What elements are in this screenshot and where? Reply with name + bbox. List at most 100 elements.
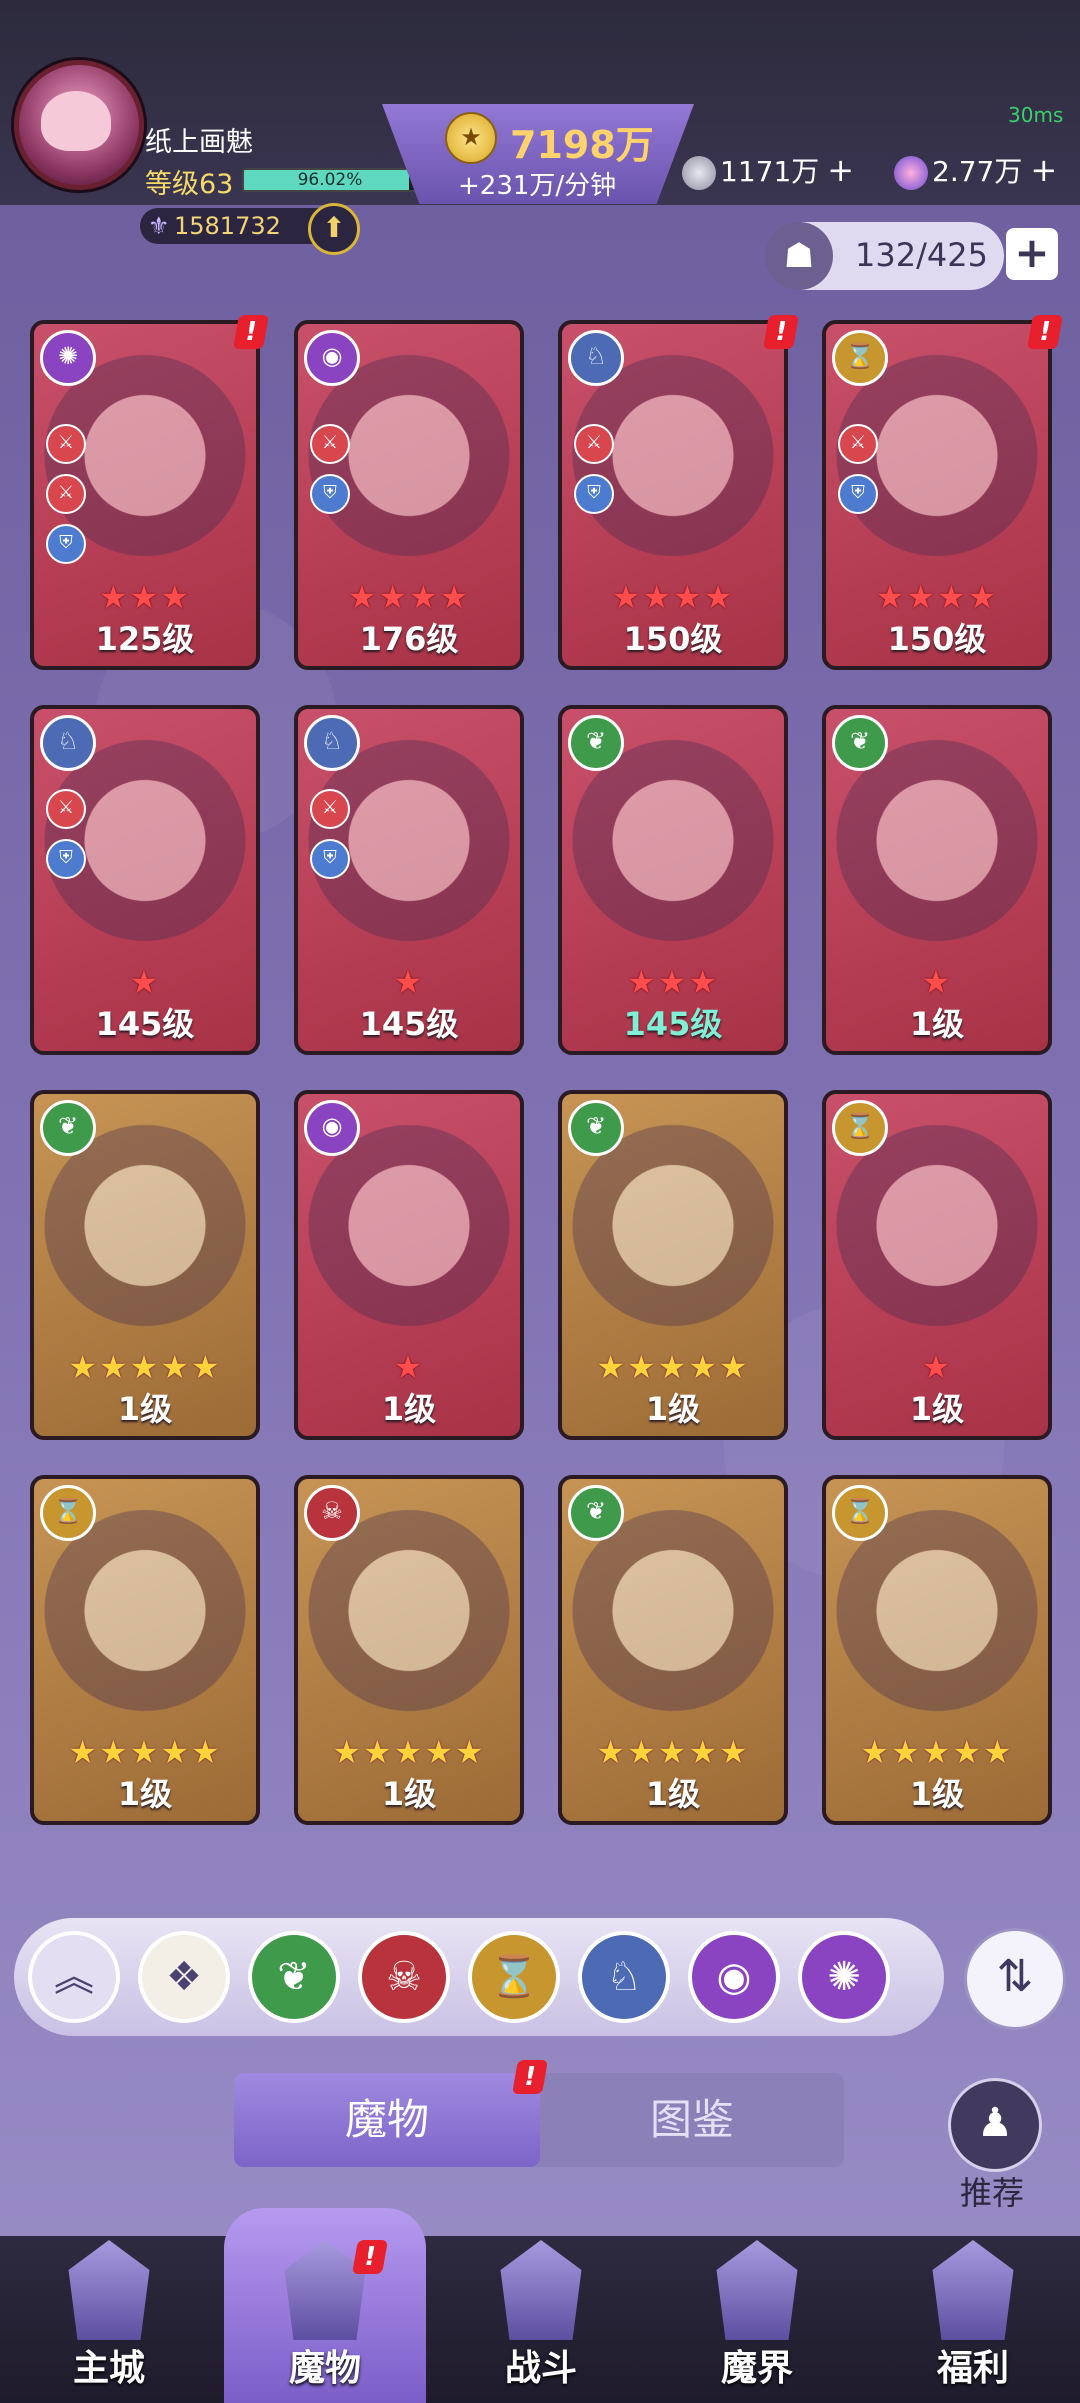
wolf-icon: ♘ xyxy=(304,715,360,771)
spiral-icon: ✺ xyxy=(40,330,96,386)
nav-item[interactable]: 主城 xyxy=(24,2236,194,2403)
monster-card[interactable]: ❦ ★★★ 145级 xyxy=(558,705,788,1055)
star-rating: ★★★★★ xyxy=(68,1733,222,1771)
add-gem-icon[interactable]: + xyxy=(1030,151,1057,189)
monster-level: 1级 xyxy=(381,1390,437,1428)
nav-item[interactable]: 战斗 xyxy=(456,2236,626,2403)
shield-icon: ⛨ xyxy=(46,839,86,879)
monster-card[interactable]: ❦ ★ 1级 xyxy=(822,705,1052,1055)
monster-level: 176级 xyxy=(359,620,459,658)
monster-card[interactable]: ◉ ★ 1级 xyxy=(294,1090,524,1440)
monster-card[interactable]: ⌛ ★★★★★ 1级 xyxy=(30,1475,260,1825)
star-rating: ★★★★★ xyxy=(68,1348,222,1386)
eye-icon: ◉ xyxy=(304,1100,360,1156)
recommend-label[interactable]: 推荐 xyxy=(950,2168,1034,2214)
sort-button[interactable]: ⇅ xyxy=(964,1928,1066,2030)
leaf-icon: ❦ xyxy=(568,715,624,771)
resource-gem-value: 2.77万 xyxy=(932,155,1023,188)
roster-count: 132/425 xyxy=(855,236,988,274)
shield-icon: ⛨ xyxy=(574,474,614,514)
nav-item[interactable]: 魔物 xyxy=(240,2236,410,2403)
card-alert-badge: ! xyxy=(1027,315,1063,349)
sword-icon: ⚔ xyxy=(310,424,350,464)
sword-icon: ⚔ xyxy=(46,424,86,464)
recommend-icon[interactable]: ♟ xyxy=(948,2078,1042,2172)
eye-icon: ◉ xyxy=(304,330,360,386)
filter-leaf-icon[interactable]: ❦ xyxy=(248,1931,340,2023)
leaf-icon: ❦ xyxy=(568,1485,624,1541)
shield-icon: ⛨ xyxy=(838,474,878,514)
filter-all-factions-icon[interactable]: ❖ xyxy=(138,1931,230,2023)
nav-icon xyxy=(68,2240,150,2340)
monster-level: 125级 xyxy=(95,620,195,658)
demon-icon: ☠ xyxy=(304,1485,360,1541)
filter-demon-icon[interactable]: ☠ xyxy=(358,1931,450,2023)
monster-card[interactable]: ◉ ★★★★ 176级 ⚔ ⛨ xyxy=(294,320,524,670)
monster-level: 1级 xyxy=(909,1005,965,1043)
star-rating: ★ xyxy=(393,1348,425,1386)
monster-card[interactable]: ⌛ ★★★★ 150级 ⚔ ⛨ xyxy=(822,320,1052,670)
star-rating: ★★★★ xyxy=(347,578,471,616)
monster-card[interactable]: ☠ ★★★★★ 1级 xyxy=(294,1475,524,1825)
sword-icon: ⚔ xyxy=(46,474,86,514)
monster-level: 145级 xyxy=(623,1005,723,1043)
filter-wolf-icon[interactable]: ♘ xyxy=(578,1931,670,2023)
shield-icon: ⛨ xyxy=(46,524,86,564)
nav-item[interactable]: 福利 xyxy=(888,2236,1058,2403)
monster-card[interactable]: ⌛ ★★★★★ 1级 xyxy=(822,1475,1052,1825)
star-rating: ★★★★★ xyxy=(332,1733,486,1771)
player-avatar[interactable] xyxy=(14,60,144,190)
player-level: 等级63 xyxy=(145,169,234,200)
monster-card[interactable]: ⌛ ★ 1级 xyxy=(822,1090,1052,1440)
monster-level: 1级 xyxy=(117,1775,173,1813)
resource-gem[interactable]: 2.77万 + xyxy=(894,150,1057,190)
monster-card[interactable]: ♘ ★ 145级 ⚔ ⛨ xyxy=(294,705,524,1055)
filter-eye-icon[interactable]: ◉ xyxy=(688,1931,780,2023)
star-rating: ★ xyxy=(393,963,425,1001)
monster-card[interactable]: ❦ ★★★★★ 1级 xyxy=(30,1090,260,1440)
level-up-button[interactable]: ⬆ xyxy=(308,203,360,255)
power-value: 1581732 xyxy=(174,212,281,240)
silver-coin-icon xyxy=(682,156,716,190)
gold-amount: 7198万 xyxy=(510,123,654,167)
card-alert-badge: ! xyxy=(233,315,269,349)
monster-level: 145级 xyxy=(95,1005,195,1043)
sword-icon: ⚔ xyxy=(310,789,350,829)
hourglass-icon: ⌛ xyxy=(832,1100,888,1156)
nav-item[interactable]: 魔界 xyxy=(672,2236,842,2403)
expand-roster-button[interactable]: + xyxy=(1006,228,1058,280)
leaf-icon: ❦ xyxy=(568,1100,624,1156)
monster-card[interactable]: ✺ ★★★ 125级 ⚔ ⚔ ⛨ xyxy=(30,320,260,670)
monster-level: 1级 xyxy=(909,1390,965,1428)
monster-card[interactable]: ♘ ★ 145级 ⚔ ⛨ xyxy=(30,705,260,1055)
leaf-icon: ❦ xyxy=(832,715,888,771)
star-rating: ★★★★ xyxy=(875,578,999,616)
add-silver-icon[interactable]: + xyxy=(827,151,854,189)
monster-card[interactable]: ❦ ★★★★★ 1级 xyxy=(558,1090,788,1440)
sword-icon: ⚔ xyxy=(838,424,878,464)
player-name: 纸上画魅 xyxy=(145,127,253,158)
sword-icon: ⚔ xyxy=(46,789,86,829)
nav-label: 主城 xyxy=(72,2348,145,2389)
monster-level: 1级 xyxy=(117,1390,173,1428)
gem-icon xyxy=(894,156,928,190)
star-rating: ★ xyxy=(129,963,161,1001)
monster-level: 1级 xyxy=(381,1775,437,1813)
star-rating: ★★★ xyxy=(626,963,720,1001)
monster-card[interactable]: ❦ ★★★★★ 1级 xyxy=(558,1475,788,1825)
tab-monsters[interactable]: 魔物 xyxy=(234,2073,540,2167)
tab-codex[interactable]: 图鉴 xyxy=(540,2073,844,2167)
monster-card[interactable]: ♘ ★★★★ 150级 ⚔ ⛨ xyxy=(558,320,788,670)
hourglass-icon: ⌛ xyxy=(40,1485,96,1541)
resource-silver[interactable]: 1171万 + xyxy=(682,150,854,190)
nav-icon xyxy=(932,2240,1014,2340)
wolf-icon: ♘ xyxy=(40,715,96,771)
xp-bar: 96.02% xyxy=(242,168,418,192)
filter-spiral-icon[interactable]: ✺ xyxy=(798,1931,890,2023)
shield-icon: ⛨ xyxy=(310,839,350,879)
star-rating: ★★★ xyxy=(98,578,192,616)
filter-hourglass-icon[interactable]: ⌛ xyxy=(468,1931,560,2023)
gold-rate: +231万/分钟 xyxy=(458,171,617,201)
nav-label: 魔界 xyxy=(720,2348,793,2389)
filter-collapse-icon[interactable]: ︽ xyxy=(28,1931,120,2023)
